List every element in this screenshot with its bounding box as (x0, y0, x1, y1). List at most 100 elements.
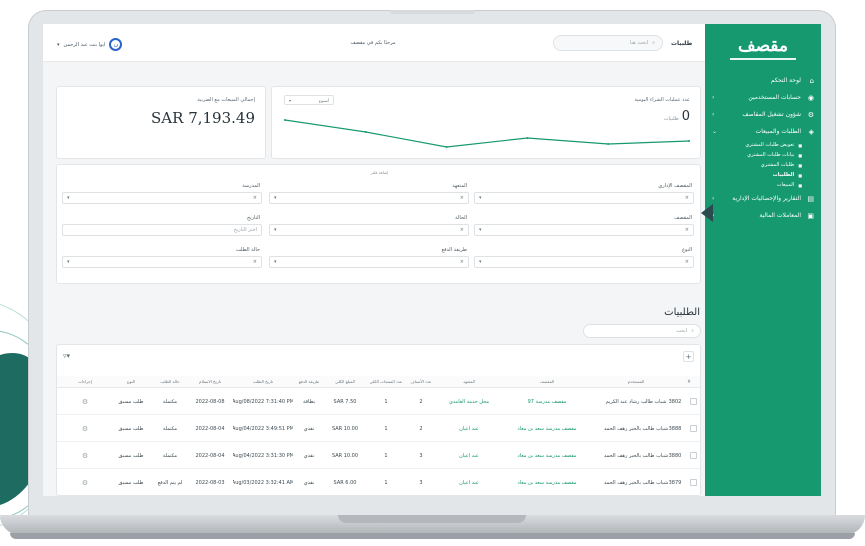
chevron-down-icon: ▾ (67, 195, 70, 201)
cell-payment: نقدي (303, 479, 315, 486)
cell-canteen[interactable]: مقصف مدرسة سعد بن معاذ (504, 470, 590, 495)
column-header[interactable]: حالة الطلب (153, 376, 187, 387)
cell-amount: SAR 10.00 (331, 452, 359, 459)
sidebar-item-financial-transactions[interactable]: ▣ المعاملات المالية ‹ (705, 207, 821, 224)
column-header[interactable]: المتعهد (437, 376, 501, 387)
sidebar-item-orders-sales[interactable]: ◈ الطلبات والمبيعات ⌄ (705, 123, 821, 140)
sidebar-item-label: المعاملات المالية (759, 212, 801, 219)
add-button[interactable]: + (683, 351, 694, 362)
row-actions[interactable]: ⚙ (65, 443, 105, 468)
filter-school[interactable]: ▾ × (62, 192, 262, 204)
table-row[interactable]: 3880 شباب طالب بالخبر رهف الحمد مقصف مدرسة… (57, 443, 700, 469)
search-icon: ⌕ (652, 40, 655, 46)
cell-vendor[interactable]: عبد اعيان (437, 416, 501, 441)
sidebar-subitem-buyer-compensation[interactable]: ■ تعويض طلبات المشتري (705, 140, 809, 150)
checkbox[interactable] (689, 452, 697, 459)
cell-date: Aug/04/2022 3:31:30 PM (233, 452, 293, 459)
clear-icon[interactable]: × (253, 195, 257, 201)
clear-icon[interactable]: × (685, 195, 689, 201)
column-header[interactable]: المستخدم (593, 376, 679, 387)
checkbox[interactable] (689, 398, 697, 405)
filter-date[interactable]: اختر التاريخ (62, 224, 262, 236)
cell-status: لم يتم الدفع (157, 479, 183, 486)
clear-icon[interactable]: × (460, 259, 464, 265)
row-actions[interactable]: ⚙ (65, 389, 105, 414)
column-header[interactable]: النوع (111, 376, 151, 387)
settings-icon[interactable]: ⚙ (82, 425, 88, 433)
sidebar-subitem-buyer-order-data[interactable]: ■ بيانات طلبات المشتري (705, 150, 809, 160)
avatar[interactable]: ن (109, 38, 123, 51)
report-icon: ▤ (807, 194, 814, 203)
filter-icon[interactable]: ▿▾ (63, 352, 70, 360)
orders-search-input[interactable]: ابحث ⌕ (583, 324, 701, 338)
checkbox[interactable] (689, 425, 697, 432)
row-actions[interactable]: ⚙ (65, 470, 105, 495)
filters-heading: إضافة فلتر (370, 170, 389, 175)
cell-payment: نقدي (303, 452, 315, 459)
cell-pickup: 2022-08-04 (195, 452, 225, 459)
row-checkbox[interactable] (687, 416, 699, 441)
cart-icon: ◈ (808, 127, 814, 136)
settings-icon[interactable]: ⚙ (82, 479, 88, 487)
column-header[interactable]: عدد المنتجات الكلي (367, 376, 405, 387)
cell-pickup: 2022-08-03 (195, 479, 225, 486)
row-actions[interactable]: ⚙ (65, 416, 105, 441)
search-input[interactable]: ابحث هنا ⌕ (553, 35, 663, 51)
table-row[interactable]: 3802 شباب طالب رشاد عبد الكريم مقصف مدرسة … (57, 389, 700, 415)
row-checkbox[interactable] (687, 389, 699, 414)
column-header[interactable]: # (682, 376, 696, 387)
sidebar-subitem-sales[interactable]: ■ المبيعات (705, 180, 809, 190)
settings-icon[interactable]: ⚙ (82, 398, 88, 406)
chart-range-value: أسبوع (318, 97, 329, 103)
cell-canteen[interactable]: مقصف مدرسة سعد بن معاذ (504, 416, 590, 441)
clear-icon[interactable]: × (685, 259, 689, 265)
clear-icon[interactable]: × (460, 227, 464, 233)
sidebar-item-user-accounts[interactable]: ◉ حسابات المستخدمين ‹ (705, 89, 821, 106)
checkbox[interactable] (689, 479, 697, 486)
search-placeholder: ابحث هنا (630, 40, 649, 46)
sidebar-item-canteen-operations[interactable]: ⚙ شؤون تشغيل المقاصف ‹ (705, 106, 821, 123)
filter-status[interactable]: ▾ × (269, 224, 469, 236)
filter-vendor[interactable]: ▾ × (269, 192, 469, 204)
cell-vendor[interactable]: عبد اعيان (437, 443, 501, 468)
total-sales-value: SAR 7,193.49 (151, 109, 255, 127)
row-checkbox[interactable] (687, 470, 699, 495)
user-menu[interactable]: ن ايوا بنت عبد الرحمن ▾ (57, 38, 123, 51)
home-icon: ⌂ (809, 76, 814, 85)
filter-order-status[interactable]: ▾ × (62, 256, 262, 268)
row-checkbox[interactable] (687, 443, 699, 468)
sidebar-subitem-orders[interactable]: ■ الطلبيات (705, 170, 809, 180)
column-header[interactable]: إجراءات (65, 376, 105, 387)
clear-icon[interactable]: × (253, 259, 257, 265)
cell-vendor[interactable]: عبد اعيان (437, 470, 501, 495)
sidebar-item-reports[interactable]: ▤ التقارير والإحصائيات الإدارية ‹ (705, 190, 821, 207)
chevron-down-icon: ⌄ (712, 128, 718, 135)
table-row[interactable]: 3888 شباب طالب بالخبر رهف الحمد مقصف مدرسة… (57, 416, 700, 442)
chevron-down-icon: ▾ (479, 259, 482, 265)
column-header[interactable]: طريقة الدفع (295, 376, 323, 387)
bullet-icon: ■ (798, 162, 802, 168)
cell-canteen[interactable]: مقصف مدرسة 97 (504, 389, 590, 414)
chart-range-select[interactable]: ▾ أسبوع (284, 95, 334, 105)
chevron-left-icon: ‹ (712, 111, 715, 118)
sidebar-item-dashboard[interactable]: ⌂ لوحة التحكم (705, 72, 821, 89)
column-header[interactable]: عدد الأصناف (407, 376, 435, 387)
page-title: طلبيات (671, 40, 693, 47)
filter-payment-method[interactable]: ▾ × (269, 256, 469, 268)
column-header[interactable]: تاريخ الطلب (233, 376, 293, 387)
column-header[interactable]: تاريخ الاستلام (189, 376, 231, 387)
clear-icon[interactable]: × (685, 227, 689, 233)
filter-admin-canteen[interactable]: ▾ × (474, 192, 694, 204)
clear-icon[interactable]: × (460, 195, 464, 201)
sidebar-subitem-buyer-orders[interactable]: ■ طلبات المشتري (705, 160, 809, 170)
daily-purchases-title: عدد عمليات الشراء اليومية (634, 97, 690, 103)
table-row[interactable]: 3879 شباب طالب بالخبر رهف الحمد مقصف مدرسة… (57, 470, 700, 495)
settings-icon[interactable]: ⚙ (82, 452, 88, 460)
filter-canteen[interactable]: ▾ × (474, 224, 694, 236)
cell-vendor[interactable]: محل خدمة الغامدي (437, 389, 501, 414)
column-header[interactable]: المقصف (504, 376, 590, 387)
column-header[interactable]: المبلغ الكلي (325, 376, 365, 387)
cell-canteen[interactable]: مقصف مدرسة سعد بن معاذ (504, 443, 590, 468)
laptop-camera-notch (390, 10, 475, 14)
filter-type[interactable]: ▾ × (474, 256, 694, 268)
